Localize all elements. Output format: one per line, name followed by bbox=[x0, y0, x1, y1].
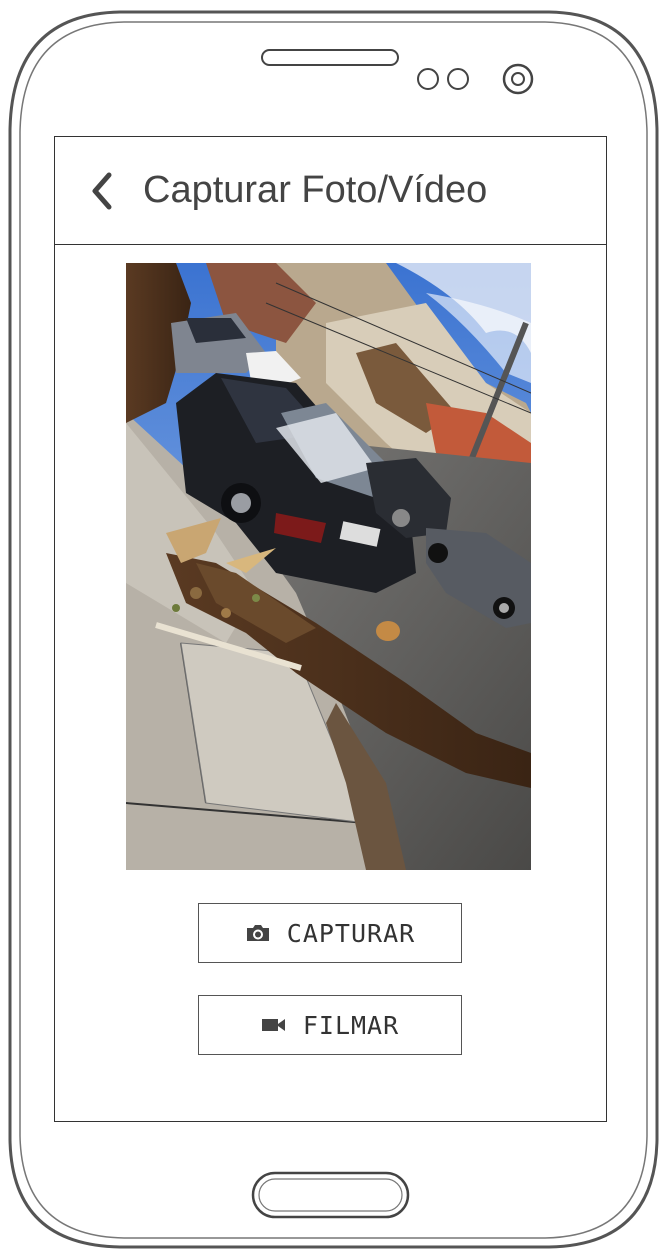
sensor-dot bbox=[417, 68, 439, 90]
film-button[interactable]: FILMAR bbox=[198, 995, 462, 1055]
app-screen: Capturar Foto/Vídeo CAPTURAR FILMAR bbox=[54, 136, 607, 1122]
captured-photo bbox=[126, 263, 531, 870]
page-title: Capturar Foto/Vídeo bbox=[143, 169, 488, 211]
capture-button[interactable]: CAPTURAR bbox=[198, 903, 462, 963]
speaker-grille bbox=[261, 49, 399, 66]
back-button[interactable] bbox=[85, 171, 121, 211]
film-button-label: FILMAR bbox=[302, 1010, 400, 1040]
sensor-dot bbox=[447, 68, 469, 90]
camera-icon bbox=[246, 925, 269, 941]
chevron-left-icon bbox=[92, 172, 112, 210]
capture-button-label: CAPTURAR bbox=[286, 918, 416, 948]
app-header: Capturar Foto/Vídeo bbox=[55, 137, 606, 245]
video-camera-icon bbox=[261, 1019, 285, 1031]
